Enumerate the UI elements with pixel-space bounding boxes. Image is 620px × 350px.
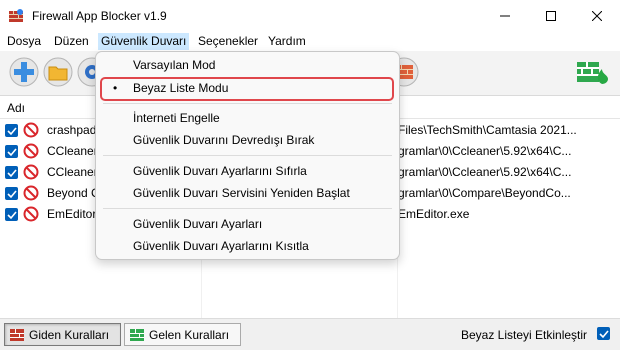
minimize-button[interactable] (482, 0, 528, 31)
menu-file[interactable]: Dosya (7, 34, 41, 48)
title-bar: Firewall App Blocker v1.9 (0, 0, 620, 32)
selected-bullet: • (113, 81, 118, 95)
menu-item-firewall-settings[interactable]: Güvenlik Duvarı Ayarları (133, 217, 262, 231)
row-checkbox[interactable] (5, 187, 18, 200)
menu-item-block-internet[interactable]: İnterneti Engelle (133, 111, 220, 125)
ban-icon (23, 143, 39, 159)
status-bar: Giden Kuralları Gelen Kuralları Beyaz Li… (0, 318, 620, 350)
row-name: EmEditor (47, 207, 97, 221)
menu-firewall[interactable]: Güvenlik Duvarı (98, 33, 190, 50)
folder-icon[interactable] (42, 56, 74, 88)
whitelist-label: Beyaz Listeyi Etkinleştir (461, 328, 588, 342)
row-checkbox[interactable] (5, 166, 18, 179)
window-title: Firewall App Blocker v1.9 (32, 9, 167, 23)
firewall-dropdown-menu: Varsayılan Mod • Beyaz Liste Modu İntern… (95, 51, 400, 260)
ban-icon (23, 206, 39, 222)
row-name: CCleaner (47, 144, 98, 158)
row-name: CCleaner (47, 165, 98, 179)
row-path: gramlar\0\Ccleaner\5.92\x64\C... (398, 165, 572, 179)
menu-separator (103, 103, 392, 104)
ban-icon (23, 122, 39, 138)
maximize-icon (546, 10, 556, 21)
menu-item-restart-firewall-service[interactable]: Güvenlik Duvarı Servisini Yeniden Başlat (133, 186, 350, 200)
menu-help[interactable]: Yardım (268, 34, 306, 48)
menu-item-disable-firewall[interactable]: Güvenlik Duvarını Devredışı Bırak (133, 133, 314, 147)
row-checkbox[interactable] (5, 145, 18, 158)
column-name-header: Adı (7, 101, 26, 115)
row-path: gramlar\0\Compare\BeyondCo... (398, 186, 571, 200)
close-button[interactable] (574, 0, 620, 31)
check-icon (7, 169, 17, 178)
menu-item-whitelist-mode[interactable]: Beyaz Liste Modu (133, 81, 228, 95)
check-icon (7, 148, 17, 157)
outgoing-rules-label: Giden Kuralları (29, 327, 110, 342)
minimize-icon (500, 15, 510, 16)
row-checkbox[interactable] (5, 124, 18, 137)
firewall-icon (10, 328, 24, 341)
menu-separator (103, 208, 392, 209)
row-name: Beyond C (47, 186, 100, 200)
menu-item-reset-firewall[interactable]: Güvenlik Duvarı Ayarlarını Sıfırla (133, 164, 307, 178)
firewall-green-icon (130, 328, 144, 341)
menu-options[interactable]: Seçenekler (198, 34, 258, 48)
firewall-green-icon[interactable] (575, 58, 611, 86)
menu-edit[interactable]: Düzen (54, 34, 89, 48)
ban-icon (23, 164, 39, 180)
check-icon (7, 190, 17, 199)
row-name: crashpad (47, 123, 97, 137)
incoming-rules-tab[interactable]: Gelen Kuralları (124, 323, 241, 346)
menu-bar: Dosya Düzen Güvenlik Duvarı Seçenekler Y… (0, 31, 620, 51)
firewall-app-icon (9, 9, 23, 22)
check-icon (7, 127, 17, 136)
incoming-rules-label: Gelen Kuralları (149, 327, 230, 342)
ban-icon (23, 185, 39, 201)
menu-item-restrict-firewall-settings[interactable]: Güvenlik Duvarı Ayarlarını Kısıtla (133, 239, 309, 253)
maximize-button[interactable] (528, 0, 574, 31)
row-path: Files\TechSmith\Camtasia 2021... (398, 123, 577, 137)
add-icon[interactable] (8, 56, 40, 88)
whitelist-checkbox[interactable] (597, 327, 610, 340)
menu-separator (103, 155, 392, 156)
row-path: EmEditor.exe (398, 207, 470, 221)
row-path: gramlar\0\Ccleaner\5.92\x64\C... (398, 144, 572, 158)
check-icon (599, 330, 609, 339)
row-checkbox[interactable] (5, 208, 18, 221)
close-icon (592, 10, 602, 21)
menu-item-default-mode[interactable]: Varsayılan Mod (133, 58, 215, 72)
outgoing-rules-tab[interactable]: Giden Kuralları (4, 323, 121, 346)
check-icon (7, 211, 17, 220)
